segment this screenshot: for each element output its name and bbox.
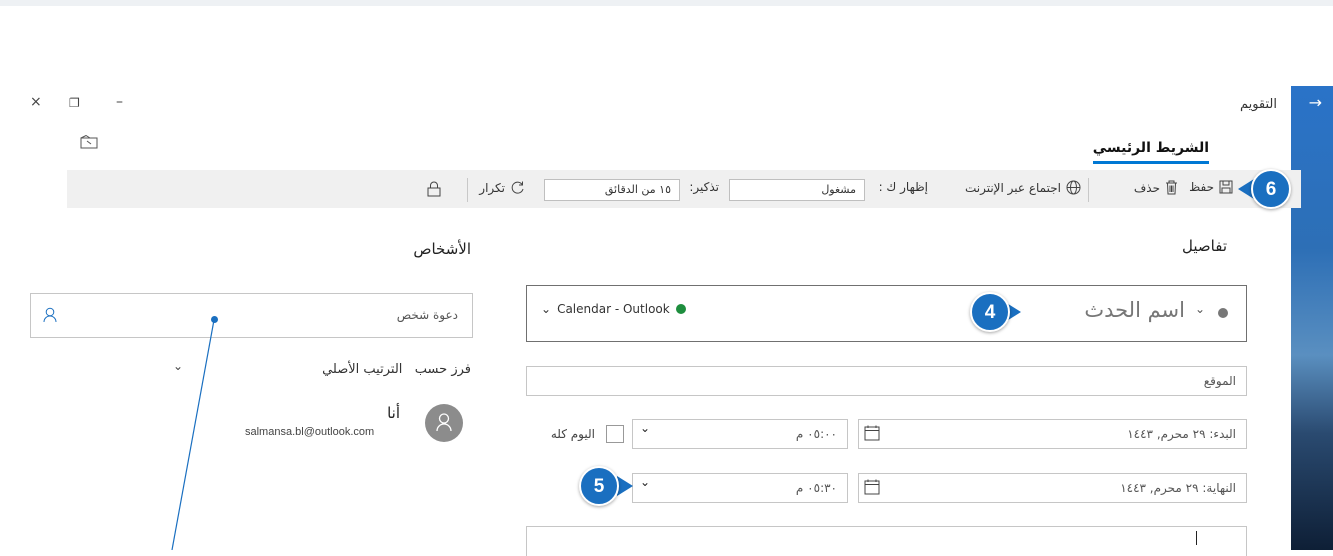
top-band xyxy=(0,0,1333,6)
callout-badge-4: 4 xyxy=(970,292,1010,332)
location-input[interactable]: الموقع xyxy=(526,366,1247,396)
delete-label: حذف xyxy=(1133,180,1160,195)
all-day-label: اليوم كله xyxy=(550,427,595,441)
callout-line xyxy=(171,319,215,550)
save-label: حفظ xyxy=(1189,180,1214,194)
chevron-down-icon[interactable]: ⌄ xyxy=(1195,302,1205,316)
calendar-selector[interactable]: ⌄ Calendar - Outlook xyxy=(541,302,686,316)
start-date-field[interactable]: البدء: ٢٩ محرم, ١٤٤٣ xyxy=(858,419,1247,449)
toolbar-separator xyxy=(1088,178,1089,202)
calendar-name: Calendar - Outlook xyxy=(557,302,670,316)
calendar-icon[interactable] xyxy=(864,425,880,441)
end-time-dropdown[interactable]: ٠٥:٣٠ م xyxy=(632,473,848,503)
person-icon xyxy=(436,413,452,432)
start-time-dropdown[interactable]: ٠٥:٠٠ م xyxy=(632,419,848,449)
chevron-down-icon[interactable]: ⌄ xyxy=(640,475,650,489)
all-day-checkbox[interactable] xyxy=(606,425,624,443)
invite-person-input[interactable]: دعوة شخص xyxy=(30,293,473,338)
restore-icon[interactable]: ❐ xyxy=(69,96,80,110)
show-as-dropdown[interactable]: مشغول xyxy=(729,179,865,201)
online-meeting-button[interactable]: اجتماع عبر الإنترنت xyxy=(965,180,1081,195)
text-cursor xyxy=(1196,531,1197,545)
callout-pointer xyxy=(617,476,633,496)
tab-main-ribbon[interactable]: الشريط الرئيسي xyxy=(1092,140,1209,164)
toolbar-separator xyxy=(467,178,468,202)
repeat-icon xyxy=(511,181,524,194)
people-heading: الأشخاص xyxy=(413,240,471,258)
start-label: البدء: xyxy=(1209,427,1236,441)
save-button[interactable]: حفظ xyxy=(1189,180,1233,194)
chevron-down-icon: ⌄ xyxy=(541,302,552,316)
reminder-label: تذكير: xyxy=(689,180,719,194)
chevron-down-icon[interactable]: ⌄ xyxy=(173,359,183,373)
sort-control[interactable]: فرز حسب الترتيب الأصلي xyxy=(322,362,471,377)
nav-sidebar xyxy=(1291,86,1333,550)
save-icon xyxy=(1219,180,1233,194)
delete-button[interactable]: حذف xyxy=(1134,180,1178,195)
repeat-button[interactable]: تكرار xyxy=(479,180,525,195)
app-title: التقويم xyxy=(1239,97,1277,112)
callout-badge-6: 6 xyxy=(1251,169,1291,209)
attendee-email: salmansa.bl@outlook.com xyxy=(245,426,375,438)
end-label: النهاية: xyxy=(1202,481,1236,495)
minimize-icon[interactable]: – xyxy=(116,94,123,110)
end-date-field[interactable]: النهاية: ٢٩ محرم, ١٤٤٣ xyxy=(858,473,1247,503)
attendee-name: أنا xyxy=(387,404,400,422)
sort-value: الترتيب الأصلي xyxy=(322,362,403,377)
category-dot-icon[interactable] xyxy=(1218,308,1228,318)
details-heading: تفاصيل xyxy=(1182,237,1227,255)
show-as-label: إظهار ك : xyxy=(878,180,928,194)
detach-icon[interactable] xyxy=(80,135,98,149)
repeat-label: تكرار xyxy=(479,180,505,195)
reminder-dropdown[interactable]: ١٥ من الدقائق xyxy=(544,179,680,201)
event-name-input[interactable]: اسم الحدث xyxy=(1084,298,1185,322)
online-meeting-label: اجتماع عبر الإنترنت xyxy=(964,180,1061,195)
close-icon[interactable]: × xyxy=(30,94,42,110)
trash-icon xyxy=(1166,180,1177,195)
end-date-value: ٢٩ محرم, ١٤٤٣ xyxy=(1120,481,1199,495)
globe-icon xyxy=(1066,180,1081,195)
start-date-value: ٢٩ محرم, ١٤٤٣ xyxy=(1127,427,1206,441)
person-icon[interactable] xyxy=(43,307,57,323)
arrow-right-icon[interactable]: → xyxy=(1309,93,1322,112)
calendar-icon[interactable] xyxy=(864,479,880,495)
callout-badge-5: 5 xyxy=(579,466,619,506)
notes-area[interactable] xyxy=(526,526,1247,556)
lock-icon[interactable] xyxy=(427,181,441,197)
command-toolbar xyxy=(67,170,1301,208)
sort-label: فرز حسب xyxy=(414,362,471,377)
calendar-color-dot xyxy=(675,304,686,314)
chevron-down-icon[interactable]: ⌄ xyxy=(640,421,650,435)
